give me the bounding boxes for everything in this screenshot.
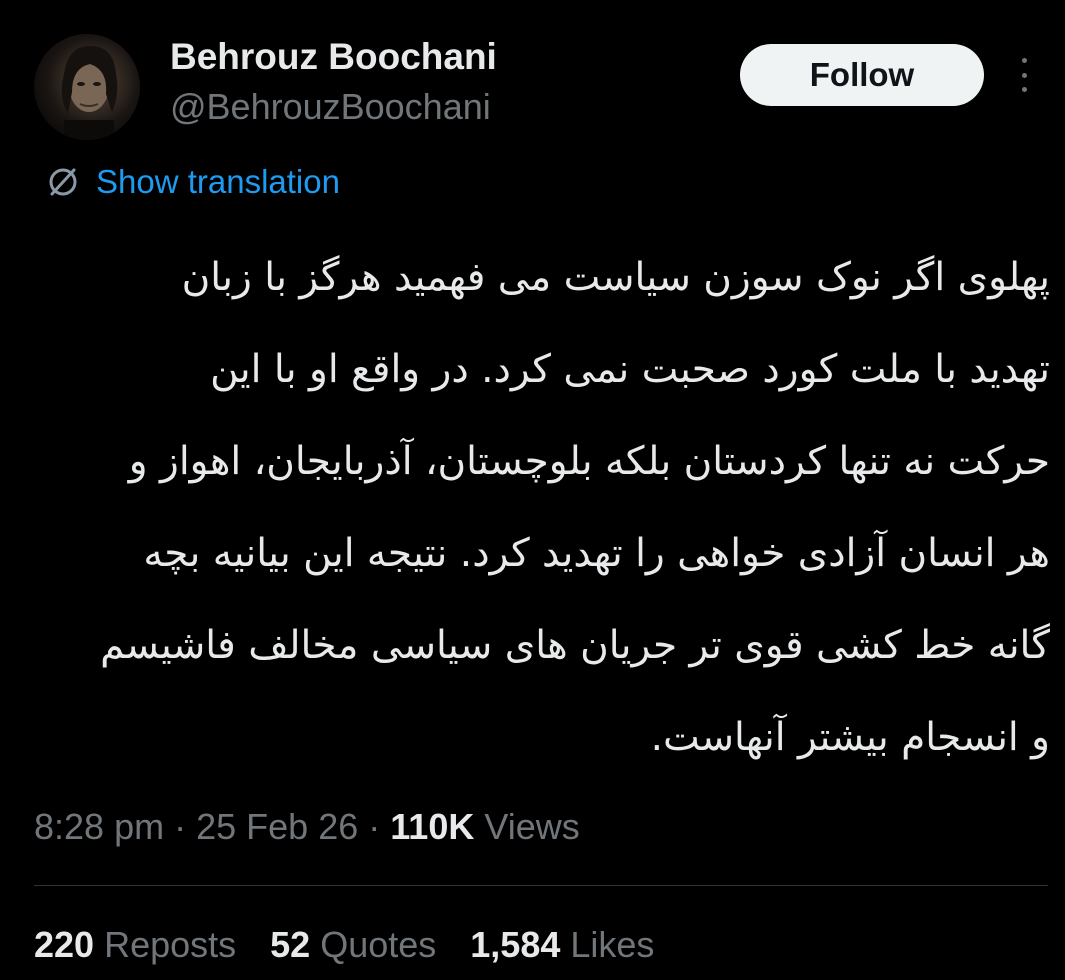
more-dot xyxy=(1021,87,1027,92)
reposts-stat[interactable]: 220 Reposts xyxy=(34,924,236,966)
tweet-meta: 8:28 pm · 25 Feb 26 · 110K Views xyxy=(34,806,580,848)
reposts-count: 220 xyxy=(34,924,95,965)
likes-stat[interactable]: 1,584 Likes xyxy=(470,924,654,966)
likes-count: 1,584 xyxy=(470,924,561,965)
more-dot xyxy=(1021,72,1027,78)
quotes-label: Quotes xyxy=(320,924,437,965)
tweet-line: حرکت نه تنها کردستان بلکه بلوچستان، آذرب… xyxy=(128,439,1050,484)
tweet-text: پهلوی اگر نوک سوزن سیاست می فهمید هرگز ب… xyxy=(20,232,1050,784)
tweet-line: گانه خط کشی قوی تر جریان های سیاسی مخالف… xyxy=(100,623,1050,668)
author-display-name[interactable]: Behrouz Boochani xyxy=(170,36,497,78)
views-label: Views xyxy=(484,806,580,847)
meta-separator: · xyxy=(174,806,187,847)
show-translation-label: Show translation xyxy=(96,163,340,200)
tweet-date[interactable]: 25 Feb 26 xyxy=(196,806,358,847)
author-handle[interactable]: @BehrouzBoochani xyxy=(170,86,491,128)
globe-icon xyxy=(49,168,77,196)
tweet-line: و انسجام بیشتر آنهاست. xyxy=(650,715,1050,760)
tweet-time[interactable]: 8:28 pm xyxy=(34,806,164,847)
meta-separator: · xyxy=(368,806,381,847)
quotes-count: 52 xyxy=(270,924,311,965)
tweet-line: هر انسان آزادی خواهی را تهدید کرد. نتیجه… xyxy=(143,531,1050,576)
tweet-line: تهدید با ملت کورد صحبت نمی کرد. در واقع … xyxy=(210,347,1050,392)
quotes-stat[interactable]: 52 Quotes xyxy=(270,924,436,966)
engagement-stats: 220 Reposts 52 Quotes 1,584 Likes xyxy=(34,924,688,966)
tweet-line: پهلوی اگر نوک سوزن سیاست می فهمید هرگز ب… xyxy=(181,255,1050,300)
more-dot xyxy=(1021,58,1027,63)
show-translation-link[interactable]: Show translation xyxy=(44,160,340,204)
divider xyxy=(34,885,1048,886)
avatar-portrait xyxy=(61,46,118,140)
views-count: 110K xyxy=(390,806,475,847)
avatar[interactable] xyxy=(34,34,140,140)
likes-label: Likes xyxy=(570,924,655,965)
more-vertical-icon[interactable] xyxy=(1014,58,1034,92)
reposts-label: Reposts xyxy=(104,924,237,965)
follow-button[interactable]: Follow xyxy=(740,44,984,106)
